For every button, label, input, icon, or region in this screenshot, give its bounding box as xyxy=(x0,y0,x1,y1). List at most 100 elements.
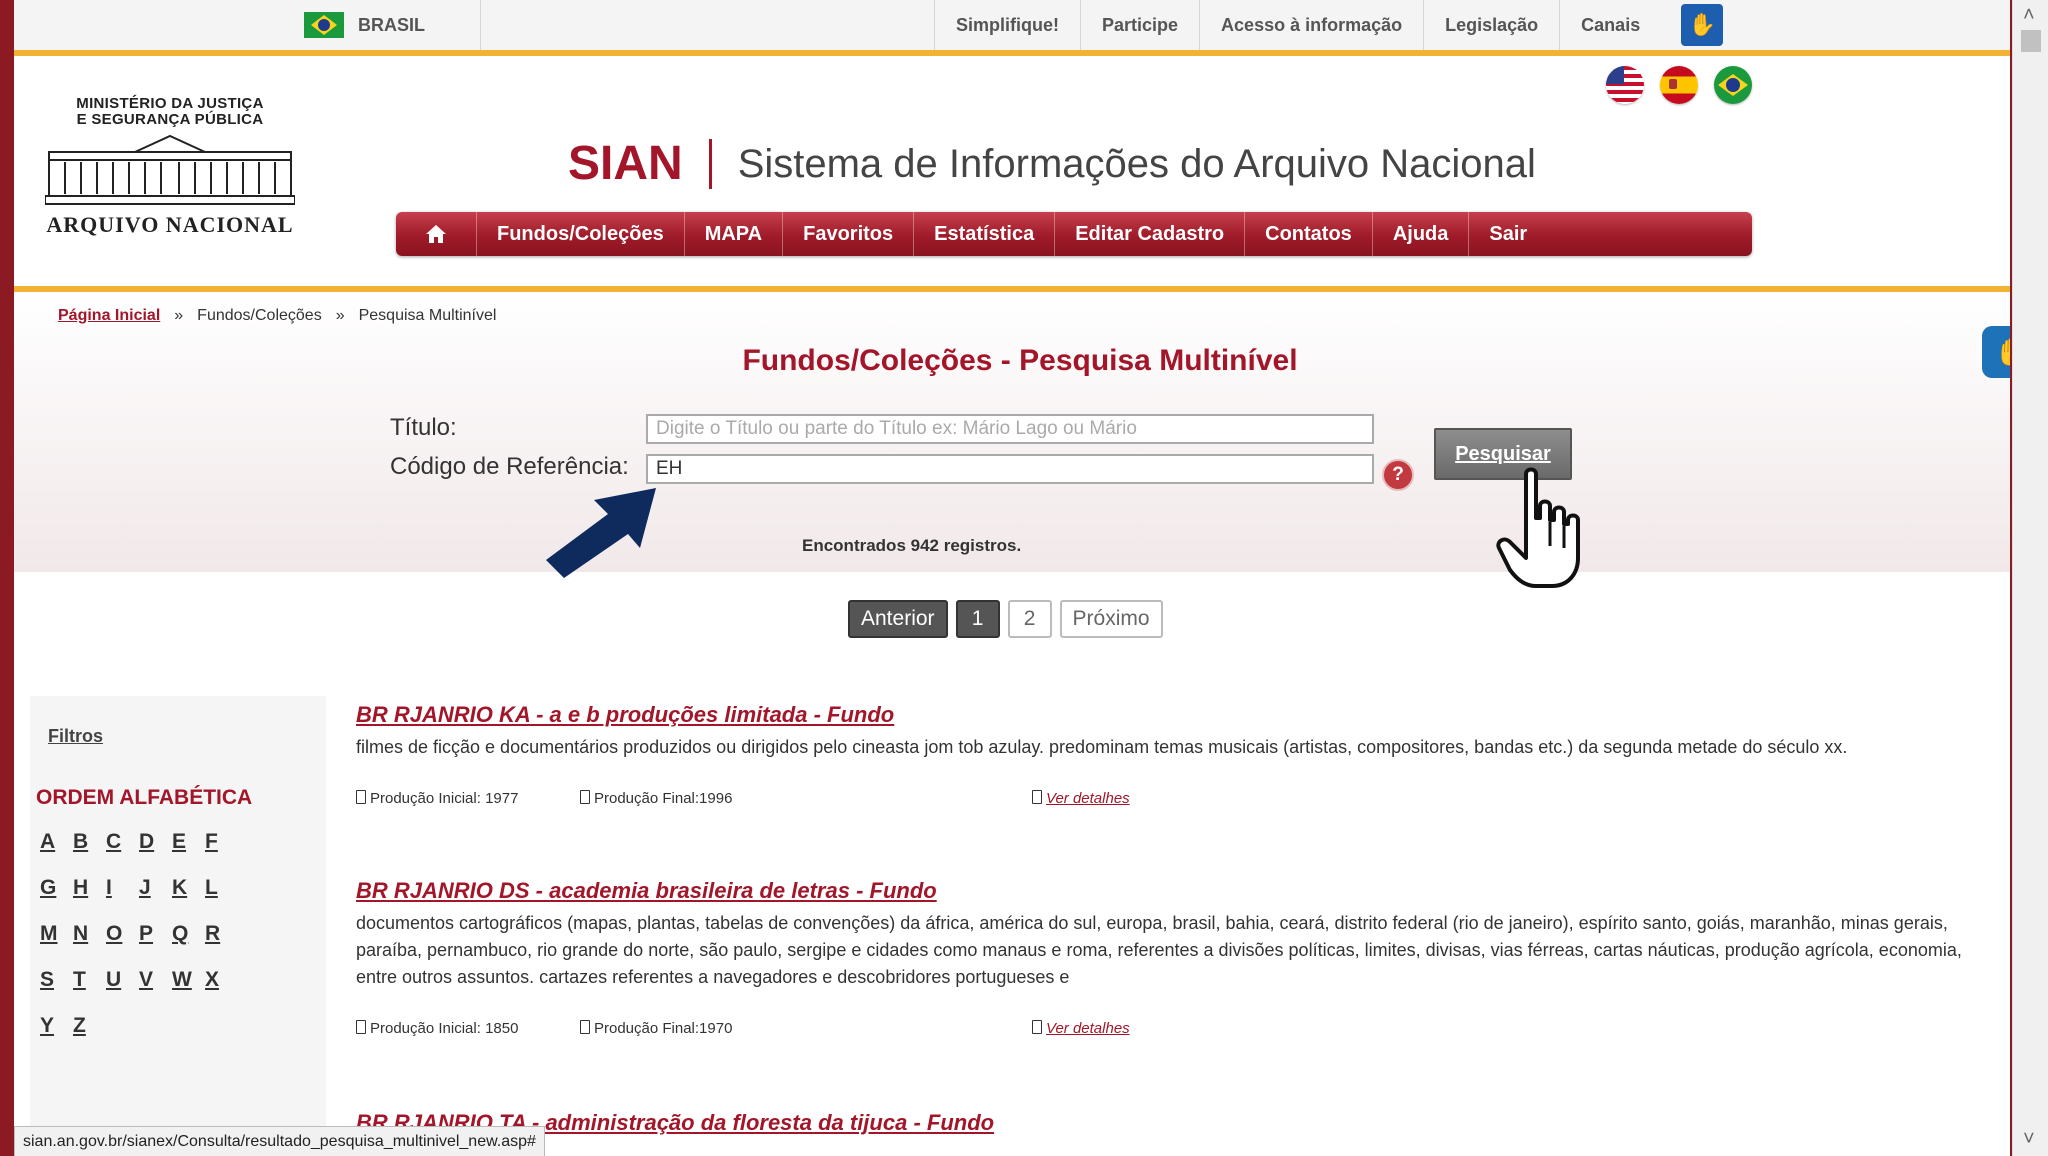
english-flag-icon[interactable] xyxy=(1606,66,1644,104)
gov-link-simplifique[interactable]: Simplifique! xyxy=(934,0,1080,50)
letter-w[interactable]: W xyxy=(172,968,204,992)
site-name: Sistema de Informações do Arquivo Nacion… xyxy=(737,141,1536,186)
nav-contatos[interactable]: Contatos xyxy=(1245,212,1373,256)
letter-f[interactable]: F xyxy=(205,830,237,854)
brasil-link[interactable]: BRASIL xyxy=(304,0,481,50)
building-icon xyxy=(45,134,295,205)
brasil-label: BRASIL xyxy=(358,14,425,35)
letter-n[interactable]: N xyxy=(73,922,105,946)
page-2-button[interactable]: 2 xyxy=(1007,600,1052,638)
language-selector xyxy=(1606,66,1752,104)
letter-e[interactable]: E xyxy=(172,830,204,854)
view-details-link[interactable]: Ver detalhes xyxy=(1046,1020,1130,1037)
letter-i[interactable]: I xyxy=(106,876,138,900)
gov-link-participe[interactable]: Participe xyxy=(1080,0,1199,50)
breadcrumb-separator: » xyxy=(335,307,345,324)
nav-favoritos[interactable]: Favoritos xyxy=(783,212,915,256)
result-details: Ver detalhes xyxy=(1032,1019,1130,1037)
letter-r[interactable]: R xyxy=(205,922,237,946)
help-icon[interactable]: ? xyxy=(1382,459,1414,491)
scrollbar-thumb[interactable] xyxy=(2021,30,2041,52)
nav-estatistica[interactable]: Estatística xyxy=(914,212,1056,256)
result-description: filmes de ficção e documentários produzi… xyxy=(356,737,1848,757)
alphabetical-order-title: ORDEM ALFABÉTICA xyxy=(36,786,253,809)
ministry-line1: MINISTÉRIO DA JUSTIÇA xyxy=(76,95,264,112)
letter-k[interactable]: K xyxy=(172,876,204,900)
letter-h[interactable]: H xyxy=(73,876,105,900)
scroll-up-icon[interactable]: ˄ xyxy=(2023,4,2035,27)
letter-s[interactable]: S xyxy=(40,968,72,992)
letter-m[interactable]: M xyxy=(40,922,72,946)
letter-y[interactable]: Y xyxy=(40,1014,72,1038)
breadcrumb-home[interactable]: Página Inicial xyxy=(58,307,160,325)
title-input[interactable] xyxy=(646,414,1374,444)
nav-home[interactable] xyxy=(396,212,477,256)
ministry-line2: E SEGURANÇA PÚBLICA xyxy=(76,111,264,128)
result-item: BR RJANRIO KA - a e b produções limitada… xyxy=(356,702,2006,761)
scrollbar[interactable]: ˄ ˅ xyxy=(2012,0,2048,1156)
scroll-down-icon[interactable]: ˅ xyxy=(2023,1128,2035,1151)
nav-editar-cadastro[interactable]: Editar Cadastro xyxy=(1055,212,1246,256)
result-item: BR RJANRIO TA - administração da florest… xyxy=(356,1110,2006,1136)
letter-c[interactable]: C xyxy=(106,830,138,854)
letter-g[interactable]: G xyxy=(40,876,72,900)
letter-u[interactable]: U xyxy=(106,968,138,992)
status-bar-url: sian.an.gov.br/sianex/Consulta/resultado… xyxy=(14,1126,545,1156)
result-title-link[interactable]: BR RJANRIO KA - a e b produções limitada… xyxy=(356,702,2006,728)
letter-t[interactable]: T xyxy=(73,968,105,992)
nav-mapa[interactable]: MAPA xyxy=(685,212,784,256)
nav-fundos[interactable]: Fundos/Coleções xyxy=(477,212,685,256)
end-date-text: Produção Final:1970 xyxy=(594,1020,733,1037)
page-1-button[interactable]: 1 xyxy=(955,600,1000,638)
document-icon xyxy=(1032,789,1042,804)
letter-x[interactable]: X xyxy=(205,968,237,992)
letter-j[interactable]: J xyxy=(139,876,171,900)
breadcrumb-current: Pesquisa Multinível xyxy=(358,307,497,324)
reference-code-input[interactable] xyxy=(646,454,1374,484)
page: BRASIL Simplifique! Participe Acesso à i… xyxy=(14,0,2010,1156)
gov-link-acesso[interactable]: Acesso à informação xyxy=(1199,0,1423,50)
site-code: SIAN xyxy=(568,139,712,189)
document-icon xyxy=(580,1019,590,1034)
result-details: Ver detalhes xyxy=(1032,789,1130,807)
result-end-date: Produção Final:1996 xyxy=(580,789,732,807)
letter-b[interactable]: B xyxy=(73,830,105,854)
portuguese-flag-icon[interactable] xyxy=(1714,66,1752,104)
result-start-date: Produção Inicial: 1977 xyxy=(356,789,518,807)
letter-a[interactable]: A xyxy=(40,830,72,854)
letter-l[interactable]: L xyxy=(205,876,237,900)
nav-ajuda[interactable]: Ajuda xyxy=(1373,212,1470,256)
sign-language-icon[interactable]: ✋ xyxy=(1681,4,1724,46)
document-icon xyxy=(580,789,590,804)
results-count: Encontrados 942 registros. xyxy=(802,536,1022,555)
brazil-flag-icon xyxy=(304,12,344,38)
prev-page-button[interactable]: Anterior xyxy=(848,600,948,638)
breadcrumb-fundos: Fundos/Coleções xyxy=(197,307,322,324)
letter-q[interactable]: Q xyxy=(172,922,204,946)
site-title: SIAN Sistema de Informações do Arquivo N… xyxy=(568,136,1536,192)
arquivo-nacional-logo[interactable]: MINISTÉRIO DA JUSTIÇA E SEGURANÇA PÚBLIC… xyxy=(30,96,310,238)
result-title-link[interactable]: BR RJANRIO TA - administração da florest… xyxy=(356,1110,2006,1136)
gov-link-canais[interactable]: Canais xyxy=(1559,0,1661,50)
pointer-arrow-icon xyxy=(546,488,656,578)
page-title: Fundos/Coleções - Pesquisa Multinível xyxy=(742,344,1298,377)
next-page-button[interactable]: Próximo xyxy=(1059,600,1163,638)
main-nav: Fundos/Coleções MAPA Favoritos Estatísti… xyxy=(396,212,1752,256)
document-icon xyxy=(356,789,366,804)
gov-link-legislacao[interactable]: Legislação xyxy=(1423,0,1559,50)
letter-o[interactable]: O xyxy=(106,922,138,946)
reference-code-label: Código de Referência: xyxy=(390,453,629,480)
nav-sair[interactable]: Sair xyxy=(1469,212,1547,256)
letter-z[interactable]: Z xyxy=(73,1014,105,1038)
result-title-link[interactable]: BR RJANRIO DS - academia brasileira de l… xyxy=(356,878,2006,904)
letter-d[interactable]: D xyxy=(139,830,171,854)
letter-v[interactable]: V xyxy=(139,968,171,992)
alphabet-index: A B C D E F G H I J K L M N O P Q R S T … xyxy=(40,830,300,1038)
view-details-link[interactable]: Ver detalhes xyxy=(1046,790,1130,807)
letter-p[interactable]: P xyxy=(139,922,171,946)
breadcrumb: Página Inicial » Fundos/Coleções » Pesqu… xyxy=(58,307,496,325)
start-date-text: Produção Inicial: 1850 xyxy=(370,1020,519,1037)
vlibras-widget-icon[interactable]: ✋ xyxy=(1982,326,2010,378)
filters-link[interactable]: Filtros xyxy=(48,726,103,747)
spanish-flag-icon[interactable] xyxy=(1660,66,1698,104)
